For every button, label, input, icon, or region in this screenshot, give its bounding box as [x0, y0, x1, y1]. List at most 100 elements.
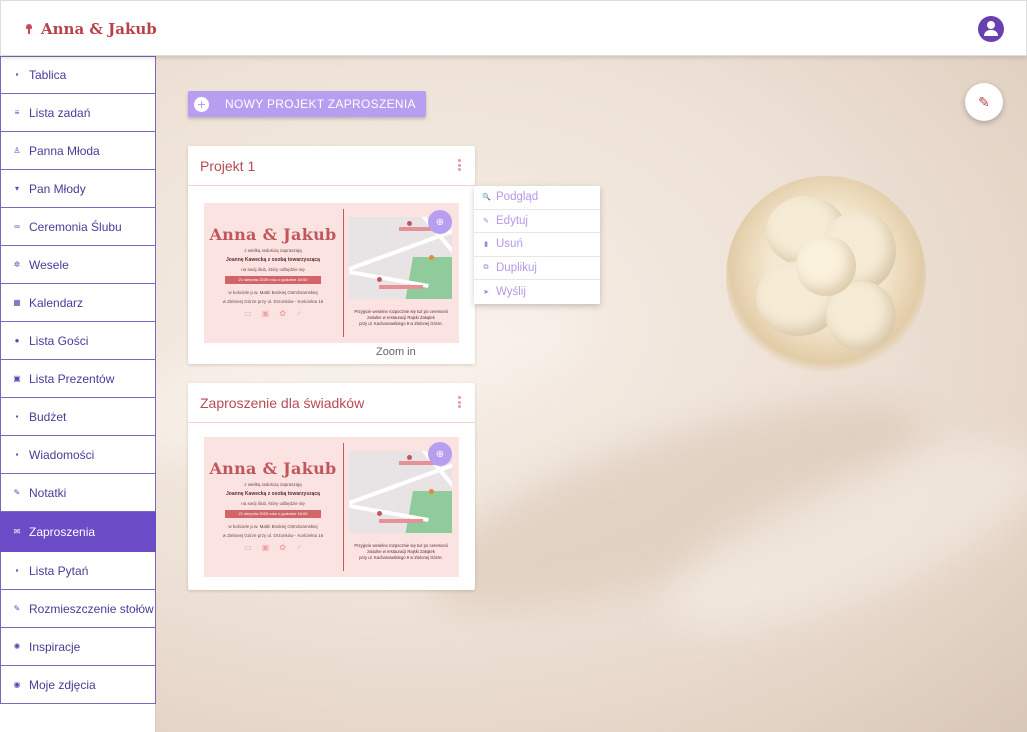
- sidebar-item[interactable]: ✎ Notatki: [0, 474, 156, 512]
- new-invitation-project-label: NOWY PROJEKT ZAPROSZENIA: [225, 97, 416, 111]
- sidebar-item[interactable]: ✺ Inspiracje: [0, 628, 156, 666]
- wallet-icon: ▪: [15, 411, 19, 421]
- brand-title: Anna & Jakub: [41, 20, 157, 38]
- sidebar-item-label: Rozmieszczenie stołów: [29, 601, 154, 616]
- invitation-line: Joannę Kawecką z osobą towarzyszącą: [226, 491, 320, 497]
- flower-icon: ✿: [279, 309, 286, 318]
- invitation-date: 21 sierpnia 2025 roku o godzinie 16:00: [225, 510, 321, 518]
- account-avatar-icon[interactable]: [978, 16, 1004, 42]
- sidebar-item-label: Pan Młody: [29, 181, 86, 196]
- invitation-line: w kościele p.w. Matki Boskiej Ostrobrams…: [228, 290, 318, 295]
- gift-icon: ▣: [13, 373, 21, 383]
- invitation-text: Anna & Jakub z wielką radością zapraszaj…: [204, 203, 342, 343]
- main-content: NOWY PROJEKT ZAPROSZENIA ✎ Projekt 1 Ann…: [156, 56, 1027, 732]
- sidebar-item-label: Ceremonia Ślubu: [29, 219, 122, 234]
- zoom-in-button[interactable]: ⊕: [428, 210, 452, 234]
- invitation-names: Anna & Jakub: [209, 225, 337, 244]
- list-icon: ≡: [14, 107, 20, 117]
- sidebar-item[interactable]: ✲ Wesele: [0, 246, 156, 284]
- menu-item-label: Wyślij: [496, 285, 526, 298]
- project-title-text: Zaproszenie dla świadków: [200, 394, 365, 411]
- sidebar-item[interactable]: ∞ Ceremonia Ślubu: [0, 208, 156, 246]
- invitation-preview[interactable]: Anna & Jakub z wielką radością zapraszaj…: [204, 437, 459, 577]
- invitation-date: 21 sierpnia 2025 roku o godzinie 16:00: [225, 276, 321, 284]
- sidebar-item[interactable]: ▪ Tablica: [0, 56, 156, 94]
- menu-item-label: Podgląd: [496, 191, 539, 204]
- invitation-line: w kościele p.w. Matki Boskiej Ostrobrams…: [228, 524, 318, 529]
- sidebar-item[interactable]: ▪ Wiadomości: [0, 436, 156, 474]
- project-card: Zaproszenie dla świadków Anna & Jakub z …: [188, 383, 475, 590]
- sidebar-item[interactable]: ≡ Lista zadań: [0, 94, 156, 132]
- invitation-line: w Zielonej Górze przy ul. Drzonków - Koś…: [222, 533, 324, 538]
- sidebar-item[interactable]: ▾ Pan Młody: [0, 170, 156, 208]
- sidebar-item[interactable]: ▪ Lista Pytań: [0, 552, 156, 590]
- glass-icon: [25, 24, 33, 34]
- sidebar-item-label: Panna Młoda: [29, 143, 100, 158]
- invitation-line: z wielką radością zapraszają: [244, 482, 302, 487]
- sidebar-item-label: Wesele: [29, 257, 69, 272]
- invitation-line: w Zielonej Górze przy ul. Drzonków - Koś…: [222, 299, 324, 304]
- invitation-divider: [343, 209, 344, 337]
- zoom-icon: ⊕: [435, 216, 445, 228]
- top-header: Anna & Jakub: [0, 0, 1027, 56]
- menu-item-label: Edytuj: [496, 214, 528, 227]
- sidebar-item[interactable]: ◉ Moje zdjęcia: [0, 666, 156, 704]
- sidebar-item-label: Moje zdjęcia: [29, 677, 96, 692]
- pencil-icon: ✎: [13, 487, 21, 497]
- chat-icon: ▪: [15, 449, 19, 459]
- brand[interactable]: Anna & Jakub: [25, 20, 157, 38]
- menu-item[interactable]: ⧉ Duplikuj: [474, 257, 600, 280]
- invitation-icon: ✉: [13, 526, 21, 536]
- zoom-in-button[interactable]: ⊕: [428, 442, 452, 466]
- plus-icon: [194, 96, 209, 112]
- invitation-line: z wielką radością zapraszają: [244, 248, 302, 253]
- invitation-text: Anna & Jakub z wielką radością zapraszaj…: [204, 437, 342, 577]
- sidebar-item[interactable]: ▪ Budżet: [0, 398, 156, 436]
- menu-item[interactable]: ✎ Edytuj: [474, 210, 600, 233]
- sidebar-item[interactable]: ♙ Panna Młoda: [0, 132, 156, 170]
- sidebar-item-label: Zaproszenia: [29, 524, 96, 539]
- more-options-icon[interactable]: [458, 396, 461, 408]
- sidebar-item-label: Budżet: [29, 409, 67, 424]
- edit-background-button[interactable]: ✎: [965, 83, 1003, 121]
- sidebar-item[interactable]: ● Lista Gości: [0, 322, 156, 360]
- dress-icon: ♙: [13, 145, 21, 155]
- invitation-divider: [343, 443, 344, 571]
- pencil-icon: ✎: [978, 93, 990, 110]
- invitation-icons: ▭ ▣ ✿ ♂: [204, 309, 342, 318]
- map-caption-line: przy ul. Kachanowskiego 9 w Zielonej Gór…: [359, 555, 443, 560]
- sidebar-item[interactable]: ▦ Kalendarz: [0, 284, 156, 322]
- invitation-line: Joannę Kawecką z osobą towarzyszącą: [226, 257, 320, 263]
- gift-icon: ▣: [261, 309, 270, 318]
- sidebar: ▪ Tablica ≡ Lista zadań ♙ Panna Młoda ▾ Pan Mło…: [0, 56, 156, 732]
- edit-icon: ✎: [483, 217, 489, 225]
- sidebar-item[interactable]: ✉ Zaproszenia: [0, 512, 156, 552]
- project-title: Projekt 1: [188, 146, 475, 186]
- sidebar-item-label: Kalendarz: [29, 295, 84, 310]
- more-options-icon[interactable]: [458, 159, 461, 171]
- zoom-icon: ⊕: [435, 448, 445, 460]
- sidebar-item[interactable]: ▣ Lista Prezentów: [0, 360, 156, 398]
- sidebar-item[interactable]: ✎ Rozmieszczenie stołów: [0, 590, 156, 628]
- sidebar-item-label: Tablica: [29, 68, 67, 82]
- map-caption-line: przy ul. Kachanowskiego 9 w Zielonej Gór…: [359, 321, 443, 326]
- people-icon: ●: [14, 335, 20, 345]
- dashboard-icon: ▪: [15, 70, 19, 79]
- sidebar-item-label: Wiadomości: [29, 447, 95, 462]
- menu-item[interactable]: ▮ Usuń: [474, 233, 600, 257]
- zoom-tooltip: Zoom in: [376, 346, 416, 358]
- car-icon: ▭: [244, 309, 252, 318]
- invitation-names: Anna & Jakub: [209, 459, 337, 478]
- invitation-preview[interactable]: Anna & Jakub z wielką radością zapraszaj…: [204, 203, 459, 343]
- new-invitation-project-button[interactable]: NOWY PROJEKT ZAPROSZENIA: [188, 91, 426, 117]
- question-icon: ▪: [15, 565, 19, 575]
- ring-icon: ♂: [295, 309, 302, 318]
- menu-item[interactable]: ➤ Wyślij: [474, 280, 600, 304]
- project-card: Projekt 1 Anna & Jakub z wielką radością…: [188, 146, 475, 364]
- menu-item[interactable]: 🔍 Podgląd: [474, 186, 600, 210]
- project-title: Zaproszenie dla świadków: [188, 383, 475, 423]
- lightbulb-icon: ✺: [13, 641, 21, 651]
- map-caption: Przyjęcie weselne rozpocznie się tuż po …: [346, 543, 456, 561]
- project-context-menu: 🔍 Podgląd ✎ Edytuj ▮ Usuń ⧉ Duplikuj ➤ Wyślij: [474, 186, 600, 304]
- party-icon: ✲: [13, 259, 21, 269]
